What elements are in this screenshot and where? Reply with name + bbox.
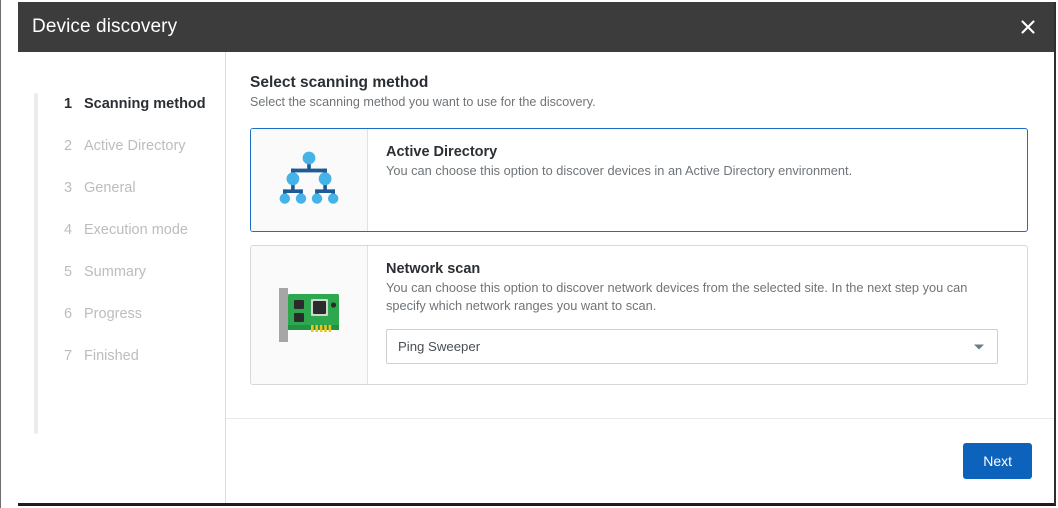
step-label: Progress — [84, 306, 142, 322]
close-button[interactable] — [1002, 2, 1054, 52]
step-number: 5 — [64, 264, 84, 280]
scan-type-select-value: Ping Sweeper — [387, 339, 480, 354]
option-title: Active Directory — [386, 144, 1009, 160]
step-number: 2 — [64, 138, 84, 154]
steps-rail — [34, 93, 38, 434]
sidebar-step-finished[interactable]: 7 Finished — [18, 348, 225, 390]
step-number: 1 — [64, 96, 84, 112]
dialog-footer: Next — [226, 418, 1054, 503]
option-title: Network scan — [386, 261, 1009, 277]
sidebar-step-scanning-method[interactable]: 1 Scanning method — [18, 96, 225, 138]
sidebar-step-progress[interactable]: 6 Progress — [18, 306, 225, 348]
option-icon-pane — [251, 129, 368, 231]
step-number: 3 — [64, 180, 84, 196]
option-card-active-directory[interactable]: Active Directory You can choose this opt… — [250, 128, 1028, 232]
next-button[interactable]: Next — [963, 443, 1032, 479]
option-text-pane: Active Directory You can choose this opt… — [368, 129, 1027, 231]
step-label: Finished — [84, 348, 139, 364]
page-title: Select scanning method — [250, 74, 1028, 92]
sidebar-step-active-directory[interactable]: 2 Active Directory — [18, 138, 225, 180]
wizard-content: Select scanning method Select the scanni… — [226, 52, 1054, 503]
dialog-body: 1 Scanning method 2 Active Directory 3 G… — [18, 52, 1054, 503]
step-label: Scanning method — [84, 96, 206, 112]
step-label: General — [84, 180, 136, 196]
option-description: You can choose this option to discover d… — [386, 162, 1009, 180]
dialog-title: Device discovery — [32, 16, 177, 38]
steps-list: 1 Scanning method 2 Active Directory 3 G… — [18, 96, 225, 390]
option-card-network-scan[interactable]: Network scan You can choose this option … — [250, 245, 1028, 385]
device-discovery-dialog: Device discovery 1 Scanning method 2 Act… — [18, 2, 1056, 506]
network-interface-card-icon — [273, 284, 345, 346]
option-icon-pane — [251, 246, 368, 384]
sidebar-step-summary[interactable]: 5 Summary — [18, 264, 225, 306]
window-left-gutter — [0, 0, 20, 508]
step-label: Execution mode — [84, 222, 188, 238]
step-label: Summary — [84, 264, 146, 280]
step-number: 6 — [64, 306, 84, 322]
scan-type-select[interactable]: Ping Sweeper — [386, 329, 998, 364]
page-subtitle: Select the scanning method you want to u… — [250, 95, 1028, 109]
step-label: Active Directory — [84, 138, 186, 154]
chevron-down-icon — [974, 344, 984, 349]
close-icon — [1018, 17, 1038, 37]
sidebar-step-execution-mode[interactable]: 4 Execution mode — [18, 222, 225, 264]
step-number: 4 — [64, 222, 84, 238]
scanning-method-panel: Select scanning method Select the scanni… — [226, 52, 1054, 418]
dialog-titlebar: Device discovery — [18, 2, 1054, 52]
option-description: You can choose this option to discover n… — [386, 279, 1009, 315]
sidebar-step-general[interactable]: 3 General — [18, 180, 225, 222]
option-text-pane: Network scan You can choose this option … — [368, 246, 1027, 384]
active-directory-tree-icon — [277, 148, 341, 212]
step-number: 7 — [64, 348, 84, 364]
wizard-steps-sidebar: 1 Scanning method 2 Active Directory 3 G… — [18, 52, 226, 503]
